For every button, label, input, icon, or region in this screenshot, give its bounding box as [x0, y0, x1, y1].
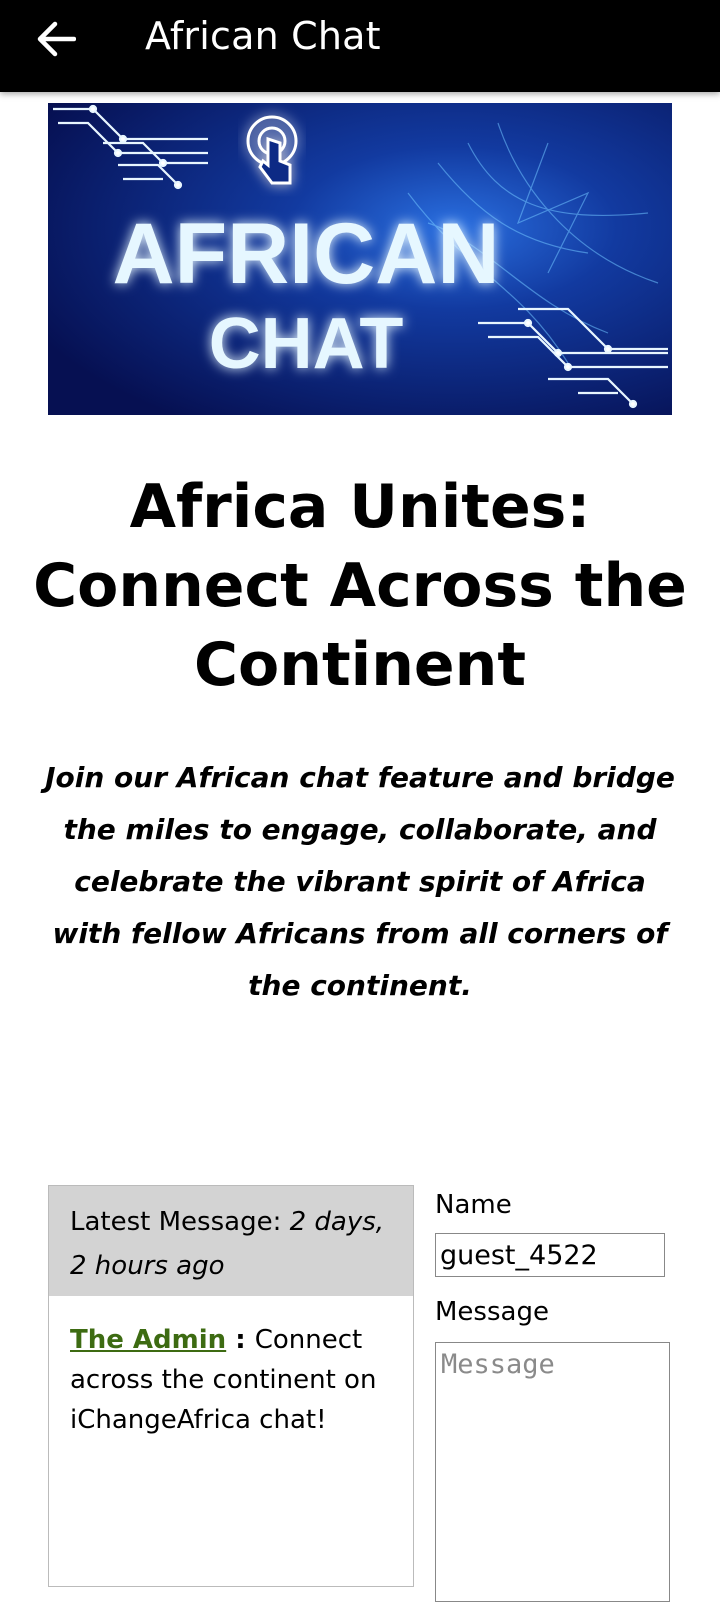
headline-line-3: Continent [193, 630, 527, 700]
chat-form: Name Message [435, 1190, 675, 1602]
banner-title-line2: CHAT [209, 304, 404, 384]
name-label: Name [435, 1190, 512, 1220]
name-input[interactable] [435, 1233, 665, 1277]
message-label: Message [435, 1297, 549, 1327]
chat-message: The Admin : Connect across the continent… [49, 1296, 413, 1440]
arrow-left-icon [37, 21, 76, 57]
headline-line-1: Africa Unites: [129, 472, 591, 542]
message-separator: : [226, 1325, 255, 1355]
chat-messages-panel: Latest Message: 2 days, 2 hours ago The … [48, 1185, 414, 1587]
intro-text: Join our African chat feature and bridge… [45, 761, 675, 1002]
banner-title-line1: AFRICAN [113, 206, 500, 302]
page-headline: Africa Unites: Connect Across the Contin… [30, 468, 690, 705]
latest-message-header: Latest Message: 2 days, 2 hours ago [49, 1186, 413, 1296]
banner-image: AFRICAN CHAT [48, 103, 672, 415]
headline-line-2: Connect Across the [33, 551, 687, 621]
message-input[interactable] [435, 1342, 670, 1602]
back-button[interactable] [30, 16, 82, 62]
latest-message-label: Latest Message: [70, 1207, 290, 1237]
app-title: African Chat [145, 14, 381, 58]
message-author-link[interactable]: The Admin [70, 1325, 226, 1355]
app-bar: African Chat [0, 0, 720, 92]
